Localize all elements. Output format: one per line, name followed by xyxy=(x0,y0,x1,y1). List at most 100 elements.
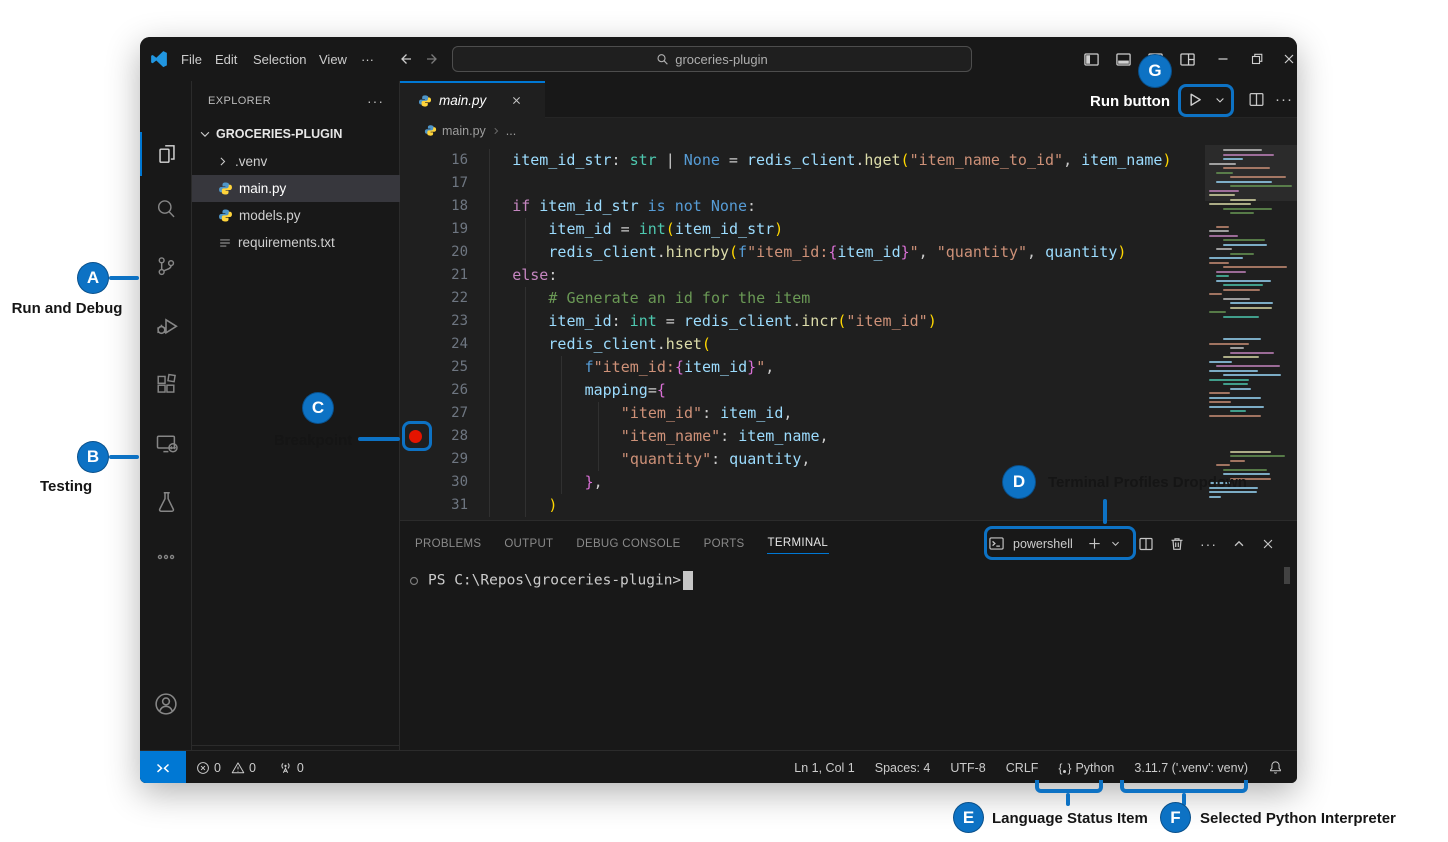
toggle-secondary-sidebar-icon[interactable] xyxy=(1140,37,1170,81)
code-line-25[interactable]: 25f"item_id:{item_id}", xyxy=(400,356,1205,379)
maximize-panel-icon[interactable] xyxy=(1232,537,1246,551)
line-number[interactable]: 27 xyxy=(430,402,468,425)
line-number[interactable]: 24 xyxy=(430,333,468,356)
breakpoint-gutter[interactable] xyxy=(400,425,430,448)
notifications-bell-icon[interactable] xyxy=(1268,760,1283,775)
code-line-21[interactable]: 21else: xyxy=(400,264,1205,287)
breakpoint-gutter[interactable] xyxy=(400,172,430,195)
line-number[interactable]: 30 xyxy=(430,471,468,494)
line-number[interactable]: 23 xyxy=(430,310,468,333)
code-line-29[interactable]: 29"quantity": quantity, xyxy=(400,448,1205,471)
terminal-profiles-chevron-icon[interactable] xyxy=(1110,538,1121,549)
close-panel-icon[interactable] xyxy=(1261,537,1275,551)
line-number[interactable]: 22 xyxy=(430,287,468,310)
panel-tab-ports[interactable]: PORTS xyxy=(703,534,746,554)
breakpoint-gutter[interactable] xyxy=(400,402,430,425)
breakpoint-gutter[interactable] xyxy=(400,379,430,402)
explorer-more-icon[interactable]: ··· xyxy=(367,93,400,109)
breakpoint-gutter[interactable] xyxy=(400,333,430,356)
line-number[interactable]: 19 xyxy=(430,218,468,241)
editor-more-actions-icon[interactable]: ··· xyxy=(1275,91,1293,108)
explorer-icon[interactable] xyxy=(140,132,192,176)
search-view-icon[interactable] xyxy=(140,187,192,231)
language-status-item[interactable]: {} Python xyxy=(1058,761,1114,775)
errors-warnings-status[interactable]: 0 0 xyxy=(196,761,256,775)
line-number[interactable]: 25 xyxy=(430,356,468,379)
breakpoint-gutter[interactable] xyxy=(400,264,430,287)
breakpoint-dot[interactable] xyxy=(409,430,422,443)
eol-status[interactable]: CRLF xyxy=(1006,761,1039,775)
panel-tab-terminal[interactable]: TERMINAL xyxy=(767,533,830,554)
breakpoint-gutter[interactable] xyxy=(400,241,430,264)
breadcrumb[interactable]: main.py ... xyxy=(400,118,1297,143)
tree-item-venv[interactable]: .venv xyxy=(192,148,400,175)
restore-window-icon[interactable] xyxy=(1242,37,1272,81)
tab-main-py[interactable]: main.py xyxy=(400,81,545,118)
cursor-position-status[interactable]: Ln 1, Col 1 xyxy=(794,761,854,775)
customize-layout-icon[interactable] xyxy=(1172,37,1202,81)
breakpoint-gutter[interactable] xyxy=(400,356,430,379)
tree-item-main-py[interactable]: main.py xyxy=(192,175,400,202)
run-dropdown-chevron-icon[interactable] xyxy=(1214,94,1226,106)
activity-more-icon[interactable] xyxy=(140,535,192,579)
line-number[interactable]: 17 xyxy=(430,172,468,195)
breakpoint-gutter[interactable] xyxy=(400,218,430,241)
minimize-window-icon[interactable] xyxy=(1208,37,1238,81)
code-line-16[interactable]: 16item_id_str: str | None = redis_client… xyxy=(400,149,1205,172)
breakpoint-gutter[interactable] xyxy=(400,494,430,517)
code-line-22[interactable]: 22# Generate an id for the item xyxy=(400,287,1205,310)
panel-tab-problems[interactable]: PROBLEMS xyxy=(414,534,482,554)
account-icon[interactable] xyxy=(140,682,192,726)
tree-item-requirements-txt[interactable]: requirements.txt xyxy=(192,229,400,256)
code-line-26[interactable]: 26mapping={ xyxy=(400,379,1205,402)
breakpoint-gutter[interactable] xyxy=(400,448,430,471)
line-number[interactable]: 28 xyxy=(430,425,468,448)
forward-arrow-icon[interactable] xyxy=(418,37,448,81)
breakpoint-gutter[interactable] xyxy=(400,149,430,172)
breakpoint-gutter[interactable] xyxy=(400,195,430,218)
encoding-status[interactable]: UTF-8 xyxy=(950,761,985,775)
breakpoint-gutter[interactable] xyxy=(400,287,430,310)
back-arrow-icon[interactable] xyxy=(390,37,420,81)
code-line-19[interactable]: 19item_id = int(item_id_str) xyxy=(400,218,1205,241)
new-terminal-icon[interactable] xyxy=(1087,536,1102,551)
testing-icon[interactable] xyxy=(140,479,192,523)
kill-terminal-trash-icon[interactable] xyxy=(1169,536,1185,552)
breakpoint-gutter[interactable] xyxy=(400,471,430,494)
toggle-panel-icon[interactable] xyxy=(1108,37,1138,81)
panel-tab-debug-console[interactable]: DEBUG CONSOLE xyxy=(575,534,681,554)
code-editor[interactable]: 16item_id_str: str | None = redis_client… xyxy=(400,143,1297,520)
close-window-icon[interactable] xyxy=(1274,37,1297,81)
line-number[interactable]: 18 xyxy=(430,195,468,218)
toggle-primary-sidebar-icon[interactable] xyxy=(1076,37,1106,81)
menu-edit[interactable]: Edit xyxy=(206,37,246,81)
line-number[interactable]: 20 xyxy=(430,241,468,264)
code-line-31[interactable]: 31) xyxy=(400,494,1205,517)
tree-item-models-py[interactable]: models.py xyxy=(192,202,400,229)
code-line-18[interactable]: 18if item_id_str is not None: xyxy=(400,195,1205,218)
indentation-status[interactable]: Spaces: 4 xyxy=(875,761,931,775)
code-line-17[interactable]: 17 xyxy=(400,172,1205,195)
split-editor-icon[interactable] xyxy=(1248,91,1265,108)
menu-selection[interactable]: Selection xyxy=(244,37,315,81)
terminal-profile-label[interactable]: powershell xyxy=(1013,537,1073,551)
line-number[interactable]: 29 xyxy=(430,448,468,471)
run-button-icon[interactable] xyxy=(1185,90,1204,109)
code-line-28[interactable]: 28"item_name": item_name, xyxy=(400,425,1205,448)
line-number[interactable]: 16 xyxy=(430,149,468,172)
minimap[interactable] xyxy=(1205,143,1297,520)
menu-view[interactable]: View xyxy=(310,37,356,81)
code-line-23[interactable]: 23item_id: int = redis_client.incr("item… xyxy=(400,310,1205,333)
code-line-24[interactable]: 24redis_client.hset( xyxy=(400,333,1205,356)
menu-more-icon[interactable]: ··· xyxy=(352,37,383,81)
run-and-debug-icon[interactable] xyxy=(140,303,192,347)
line-number[interactable]: 26 xyxy=(430,379,468,402)
panel-tab-output[interactable]: OUTPUT xyxy=(503,534,554,554)
split-terminal-icon[interactable] xyxy=(1138,536,1154,552)
python-interpreter-status[interactable]: 3.11.7 ('.venv': venv) xyxy=(1134,761,1248,775)
ports-status[interactable]: 0 xyxy=(278,760,304,775)
extensions-icon[interactable] xyxy=(140,362,192,406)
terminal[interactable]: PS C:\Repos\groceries-plugin> xyxy=(409,571,693,590)
code-line-30[interactable]: 30}, xyxy=(400,471,1205,494)
remote-indicator[interactable] xyxy=(140,751,186,783)
